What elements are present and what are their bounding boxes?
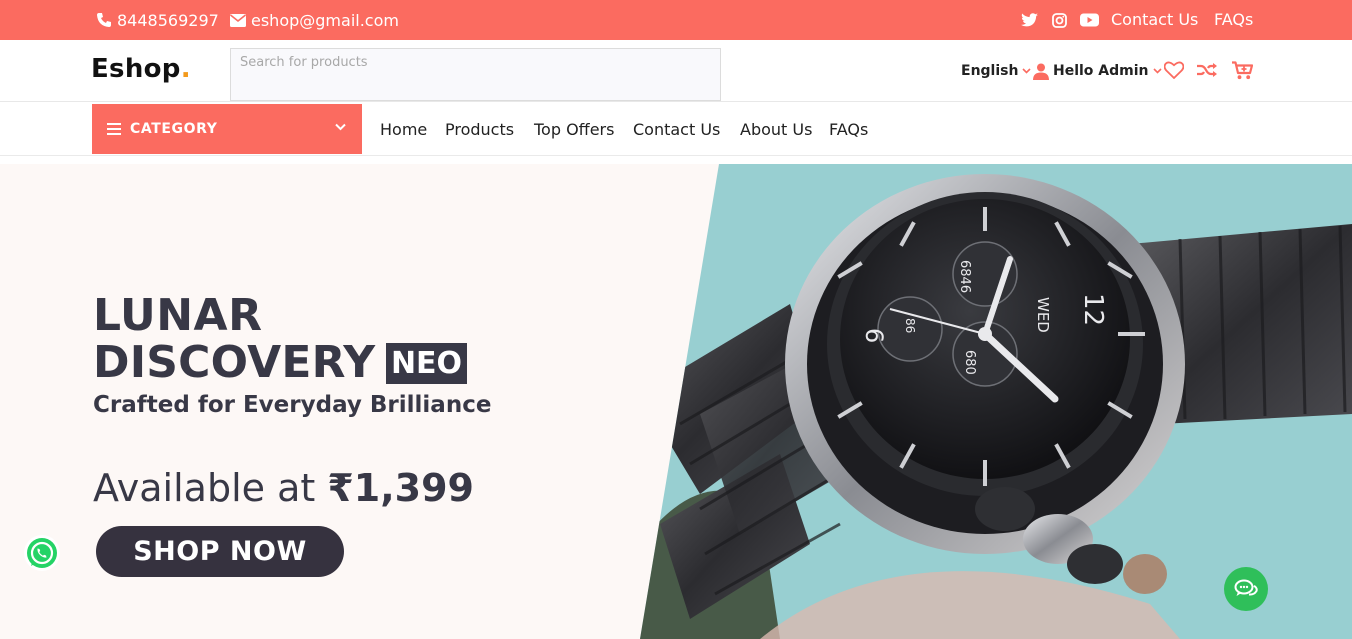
site-logo[interactable]: Eshop.	[91, 54, 191, 84]
menu-icon	[107, 123, 121, 135]
hero-subtitle: Crafted for Everyday Brilliance	[93, 392, 492, 418]
whatsapp-icon[interactable]	[24, 535, 60, 571]
heart-icon[interactable]	[1163, 60, 1185, 80]
language-label: English	[961, 63, 1019, 79]
phone-icon	[97, 13, 111, 27]
chevron-down-icon	[1022, 68, 1032, 74]
watch-numeral-12: 12	[1078, 293, 1108, 326]
search-input[interactable]	[230, 48, 721, 101]
site-header: Eshop. English Hello Admin	[0, 40, 1352, 102]
shop-now-button[interactable]: SHOP NOW	[96, 526, 344, 577]
language-selector[interactable]: English	[961, 62, 1032, 80]
nav-link-contact-us[interactable]: Contact Us	[633, 120, 720, 139]
hero-title-line2: DISCOVERY	[93, 337, 376, 388]
watch-day: WED	[1034, 297, 1052, 333]
main-nav: CATEGORY Home Products Top Offers Contac…	[0, 103, 1352, 156]
category-label: CATEGORY	[130, 121, 218, 137]
watch-heart: 86	[903, 318, 917, 333]
twitter-icon[interactable]	[1020, 11, 1038, 29]
user-menu[interactable]: Hello Admin	[1033, 62, 1162, 80]
watch-numeral-6: 6	[860, 328, 888, 343]
watch-steps: 6846	[957, 260, 972, 293]
youtube-icon[interactable]	[1079, 11, 1099, 29]
price-value: ₹1,399	[327, 466, 474, 510]
chat-icon[interactable]	[1224, 567, 1268, 611]
phone-number: 8448569297	[117, 10, 219, 30]
category-dropdown[interactable]: CATEGORY	[92, 104, 362, 154]
phone-contact[interactable]: 8448569297	[96, 10, 219, 30]
top-bar: 8448569297 eshop@gmail.com Contact Us FA…	[0, 0, 1352, 40]
instagram-icon[interactable]	[1050, 11, 1068, 29]
watch-calories: 680	[962, 350, 977, 375]
price-prefix: Available at	[93, 466, 328, 510]
nav-link-about-us[interactable]: About Us	[740, 120, 812, 139]
topbar-link-contact[interactable]: Contact Us	[1111, 10, 1198, 29]
nav-link-top-offers[interactable]: Top Offers	[534, 120, 614, 139]
cart-icon[interactable]	[1231, 60, 1253, 80]
email-contact[interactable]: eshop@gmail.com	[230, 10, 399, 30]
logo-dot: .	[180, 54, 191, 84]
topbar-link-faqs[interactable]: FAQs	[1214, 10, 1253, 29]
hero-title-line1: LUNAR	[93, 290, 263, 341]
nav-link-home[interactable]: Home	[380, 120, 427, 139]
user-greeting: Hello Admin	[1053, 63, 1149, 79]
hero-banner[interactable]: 12 6 WED 6846 86 680 LUNAR DISCOVERY NEO…	[0, 164, 1352, 639]
hero-badge: NEO	[386, 343, 467, 384]
user-icon	[1033, 63, 1049, 80]
hero-price: Available at ₹1,399	[93, 466, 474, 510]
nav-link-faqs[interactable]: FAQs	[829, 120, 868, 139]
compare-icon[interactable]	[1196, 60, 1218, 80]
nav-link-products[interactable]: Products	[445, 120, 514, 139]
envelope-icon	[230, 13, 246, 27]
chevron-down-icon	[1152, 68, 1162, 74]
logo-text: Eshop	[91, 54, 181, 84]
chevron-down-icon	[335, 123, 346, 131]
email-address: eshop@gmail.com	[251, 10, 399, 30]
